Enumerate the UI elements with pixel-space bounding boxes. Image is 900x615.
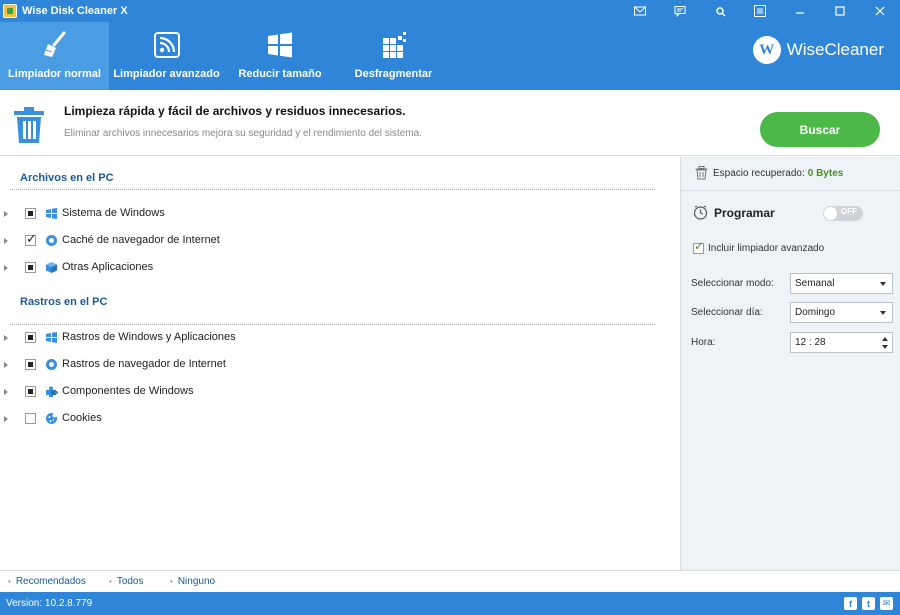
day-value: Domingo bbox=[795, 307, 836, 318]
defrag-icon bbox=[379, 30, 409, 60]
section-title-archivos: Archivos en el PC bbox=[20, 172, 114, 184]
checkbox[interactable] bbox=[25, 208, 36, 219]
brand-name: WiseCleaner bbox=[786, 40, 884, 59]
small-trash-icon bbox=[695, 166, 708, 180]
checkbox[interactable] bbox=[25, 332, 36, 343]
tab-limpiador-avanzado[interactable]: Limpiador avanzado bbox=[109, 22, 224, 90]
day-label: Seleccionar día: bbox=[691, 307, 763, 318]
feedback-icon[interactable] bbox=[660, 0, 700, 22]
expand-arrow-icon[interactable] bbox=[4, 416, 8, 422]
section-divider bbox=[10, 189, 655, 190]
expand-arrow-icon[interactable] bbox=[4, 362, 8, 368]
expand-arrow-icon[interactable] bbox=[4, 211, 8, 217]
spin-down-icon[interactable] bbox=[882, 345, 888, 349]
mode-label: Seleccionar modo: bbox=[691, 278, 774, 289]
settings-icon[interactable] bbox=[700, 0, 740, 22]
toggle-knob bbox=[824, 207, 837, 220]
time-value: 12 : 28 bbox=[795, 337, 826, 348]
facebook-icon[interactable]: f bbox=[844, 597, 857, 610]
expand-arrow-icon[interactable] bbox=[4, 389, 8, 395]
chevron-down-icon bbox=[880, 282, 886, 286]
toggle-label: OFF bbox=[841, 207, 857, 216]
cookie-icon bbox=[45, 412, 58, 425]
cube-icon bbox=[45, 261, 58, 274]
time-spinner[interactable] bbox=[882, 335, 888, 351]
header-subtitle: Eliminar archivos innecesarios mejora su… bbox=[64, 128, 422, 139]
windows-flag-icon bbox=[45, 331, 58, 344]
checkbox[interactable] bbox=[25, 359, 36, 370]
schedule-panel: Espacio recuperado: 0 Bytes Programar OF… bbox=[680, 157, 900, 570]
puzzle-icon bbox=[45, 385, 58, 398]
status-bar: Version: 10.2.8.779 f t ✉ bbox=[0, 592, 900, 615]
mode-value: Semanal bbox=[795, 278, 835, 289]
space-label: Espacio recuperado: bbox=[713, 167, 805, 179]
mail-icon[interactable] bbox=[620, 0, 660, 22]
spin-up-icon[interactable] bbox=[882, 337, 888, 341]
section-divider bbox=[10, 324, 655, 325]
schedule-title: Programar bbox=[714, 205, 775, 220]
expand-arrow-icon[interactable] bbox=[4, 238, 8, 244]
list-item-sistema-windows[interactable]: Sistema de Windows bbox=[0, 205, 300, 223]
list-item-cookies[interactable]: Cookies bbox=[0, 410, 300, 428]
section-title-rastros: Rastros en el PC bbox=[20, 296, 108, 308]
wisecleaner-logo: W bbox=[752, 36, 781, 64]
broom-icon bbox=[40, 30, 70, 60]
twitter-icon[interactable]: t bbox=[862, 597, 875, 610]
tab-reducir-tamano[interactable]: Reducir tamaño bbox=[224, 22, 336, 90]
checkbox[interactable] bbox=[25, 386, 36, 397]
trash-icon bbox=[12, 106, 46, 147]
cleanup-list-panel: Archivos en el PC Sistema de Windows Cac… bbox=[0, 157, 680, 570]
schedule-toggle[interactable]: OFF bbox=[823, 206, 863, 221]
header-panel: Limpieza rápida y fácil de archivos y re… bbox=[0, 90, 900, 156]
header-title: Limpieza rápida y fácil de archivos y re… bbox=[64, 104, 406, 118]
maximize-icon[interactable] bbox=[820, 0, 860, 22]
brand: W WiseCleaner bbox=[752, 36, 884, 64]
tab-limpiador-normal[interactable]: Limpiador normal bbox=[0, 22, 109, 90]
windows-flag-icon bbox=[45, 207, 58, 220]
rss-icon bbox=[152, 30, 182, 60]
checkbox[interactable] bbox=[25, 231, 37, 247]
app-icon bbox=[3, 4, 17, 18]
browser-icon bbox=[45, 358, 58, 371]
minimize-icon[interactable] bbox=[780, 0, 820, 22]
time-label: Hora: bbox=[691, 337, 716, 348]
space-recovered: Espacio recuperado: 0 Bytes bbox=[695, 166, 843, 180]
clock-icon bbox=[693, 205, 708, 220]
chevron-down-icon bbox=[880, 311, 886, 315]
link-recomendados[interactable]: Recomendados bbox=[8, 576, 86, 587]
close-icon[interactable] bbox=[860, 0, 900, 22]
list-item-rastros-navegador[interactable]: Rastros de navegador de Internet bbox=[0, 356, 300, 374]
time-field[interactable]: 12 : 28 bbox=[790, 332, 893, 353]
list-item-componentes-windows[interactable]: Componentes de Windows bbox=[0, 383, 300, 401]
main-toolbar: Limpiador normal Limpiador avanzado Redu… bbox=[0, 22, 900, 90]
expand-arrow-icon[interactable] bbox=[4, 265, 8, 271]
list-item-rastros-windows[interactable]: Rastros de Windows y Aplicaciones bbox=[0, 329, 300, 347]
checkbox[interactable] bbox=[25, 413, 36, 424]
include-advanced-label: Incluir limpiador avanzado bbox=[708, 243, 825, 254]
mail-share-icon[interactable]: ✉ bbox=[880, 597, 893, 610]
list-item-cache-navegador[interactable]: Caché de navegador de Internet bbox=[0, 231, 300, 250]
menu-icon[interactable] bbox=[740, 0, 780, 22]
version-text: Version: 10.2.8.779 bbox=[6, 598, 93, 609]
title-bar: Wise Disk Cleaner X bbox=[0, 0, 900, 22]
window-title: Wise Disk Cleaner X bbox=[22, 5, 128, 17]
mode-select[interactable]: Semanal bbox=[790, 273, 893, 294]
browser-icon bbox=[45, 234, 58, 247]
link-ninguno[interactable]: Ninguno bbox=[170, 576, 215, 587]
list-item-otras-aplicaciones[interactable]: Otras Aplicaciones bbox=[0, 259, 300, 277]
day-select[interactable]: Domingo bbox=[790, 302, 893, 323]
space-value: 0 Bytes bbox=[807, 167, 844, 179]
expand-arrow-icon[interactable] bbox=[4, 335, 8, 341]
right-divider bbox=[681, 190, 900, 191]
scan-button[interactable]: Buscar bbox=[760, 112, 880, 147]
tab-desfragmentar[interactable]: Desfragmentar bbox=[336, 22, 451, 90]
include-advanced-checkbox[interactable] bbox=[693, 239, 704, 254]
link-todos[interactable]: Todos bbox=[109, 576, 144, 587]
include-advanced-row[interactable]: Incluir limpiador avanzado bbox=[693, 239, 825, 254]
windows-icon bbox=[265, 30, 295, 60]
checkbox[interactable] bbox=[25, 262, 36, 273]
schedule-header: Programar bbox=[693, 205, 775, 220]
selection-bar: Recomendados Todos Ninguno bbox=[0, 570, 900, 592]
